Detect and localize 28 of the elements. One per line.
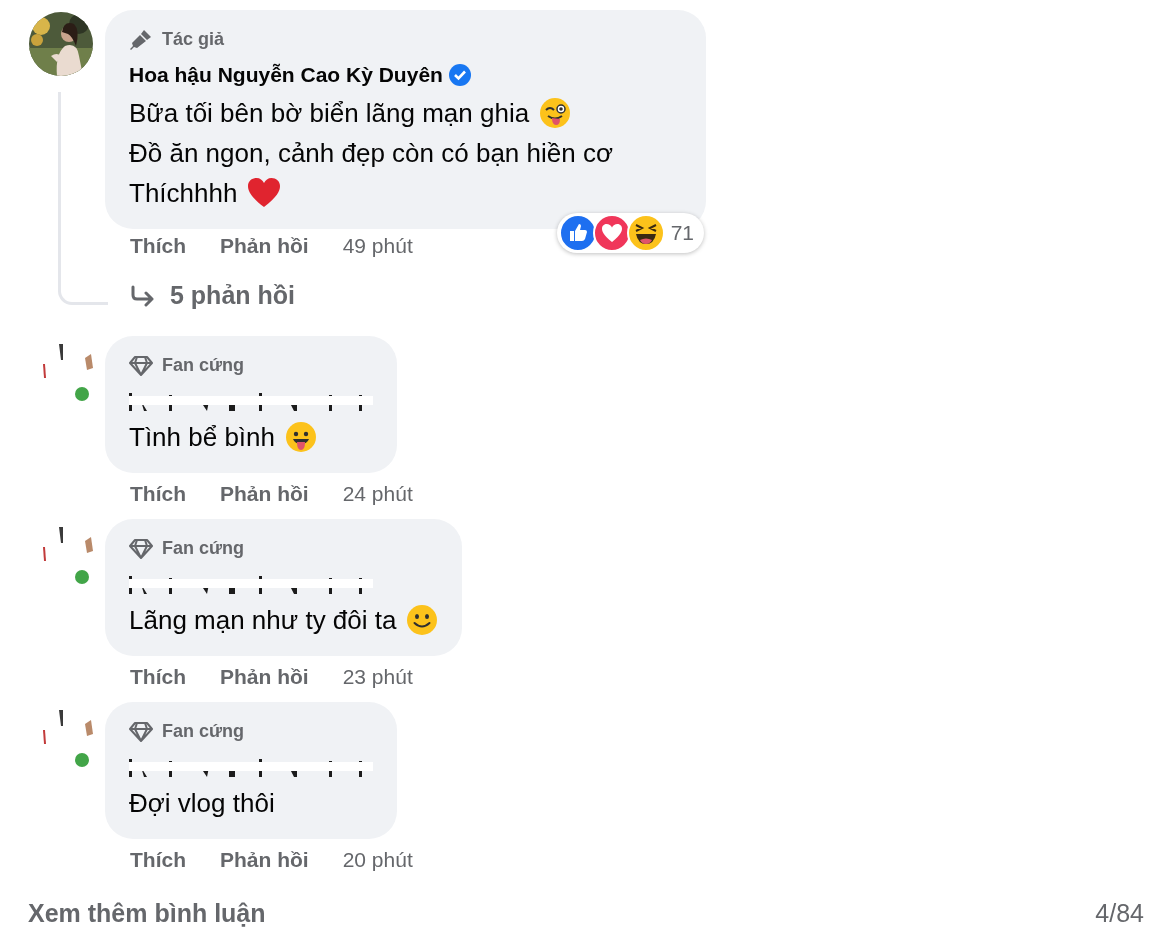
action-link[interactable]: Phản hồi — [220, 661, 309, 693]
comment-text: Thíchhhh — [129, 177, 238, 210]
comment-text: Lãng mạn như ty đôi ta — [129, 604, 397, 637]
action-link[interactable]: Thích — [130, 844, 186, 876]
action-link[interactable]: Phản hồi — [220, 230, 309, 262]
timestamp[interactable]: 20 phút — [342, 844, 413, 876]
comment-text: Tình bể bình — [129, 421, 275, 454]
view-more-comments-link[interactable]: Xem thêm bình luận — [28, 895, 266, 933]
action-link[interactable]: Phản hồi — [220, 844, 309, 876]
badge-label: Tác giả — [162, 28, 225, 51]
comment-text: Bữa tối bên bờ biển lãng mạn ghia — [129, 97, 530, 130]
action-link[interactable]: Thích — [130, 478, 186, 510]
view-replies-link[interactable]: 5 phản hồi — [170, 277, 295, 315]
badge-label: Fan cứng — [162, 537, 245, 560]
comment-counter: 4/84 — [1095, 898, 1144, 929]
comment-text: Đồ ăn ngon, cảnh đẹp còn có bạn hiền cơ — [129, 137, 613, 170]
badge-label: Fan cứng — [162, 720, 245, 743]
reaction-count: 71 — [670, 220, 694, 247]
reaction-summary[interactable]: 71 — [556, 213, 704, 253]
action-link[interactable]: Thích — [130, 230, 186, 262]
timestamp[interactable]: 24 phút — [342, 478, 413, 510]
action-link[interactable]: Thích — [130, 661, 186, 693]
badge-label: Fan cứng — [162, 354, 245, 377]
author-name[interactable]: Hoa hậu Nguyễn Cao Kỳ Duyên — [129, 61, 443, 89]
action-link[interactable]: Phản hồi — [220, 478, 309, 510]
timestamp[interactable]: 23 phút — [342, 661, 413, 693]
comment-text: Đợi vlog thôi — [129, 787, 275, 820]
timestamp[interactable]: 49 phút — [342, 230, 413, 262]
